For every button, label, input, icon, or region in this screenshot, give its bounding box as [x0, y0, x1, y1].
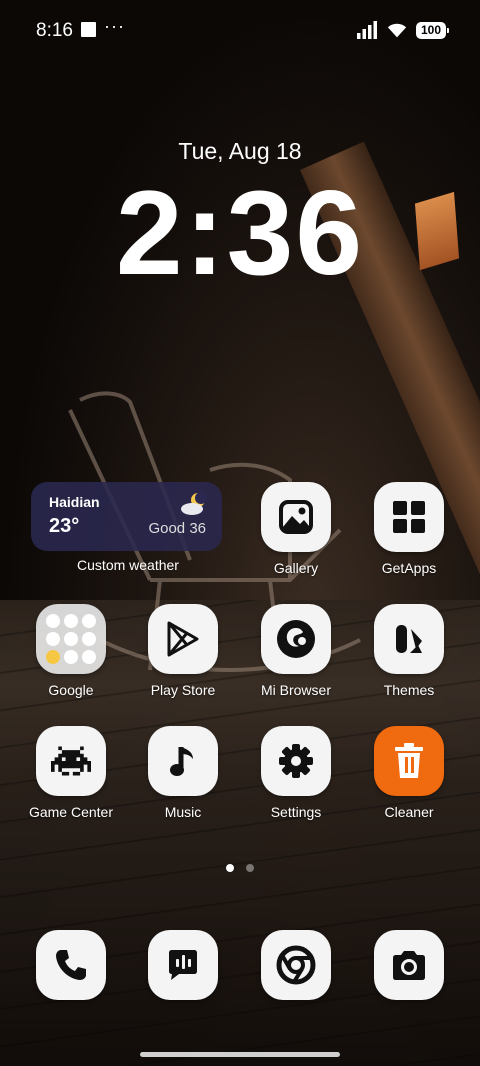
- app-label: Themes: [383, 682, 435, 698]
- chrome-icon: [261, 930, 331, 1000]
- app-label: Settings: [270, 804, 322, 820]
- folder-google[interactable]: Google: [16, 604, 126, 698]
- app-getapps[interactable]: GetApps: [354, 482, 464, 576]
- status-time: 8:16: [36, 20, 73, 41]
- dock-camera[interactable]: [354, 930, 464, 1000]
- camera-icon: [374, 930, 444, 1000]
- app-label: Play Store: [150, 682, 216, 698]
- themes-icon: [374, 604, 444, 674]
- battery-icon: 100: [416, 21, 449, 39]
- weather-widget[interactable]: Haidian 23° Good 36: [31, 482, 222, 551]
- page-dot-active[interactable]: [226, 864, 234, 872]
- dock-phone[interactable]: [16, 930, 126, 1000]
- game-center-icon: [36, 726, 106, 796]
- app-game-center[interactable]: Game Center: [16, 726, 126, 820]
- phone-icon: [36, 930, 106, 1000]
- play-store-icon: [148, 604, 218, 674]
- app-label: Music: [164, 804, 202, 820]
- date-label: Tue, Aug 18: [178, 138, 302, 164]
- app-gallery[interactable]: Gallery: [241, 482, 351, 576]
- clock-display: 2:36: [115, 166, 365, 300]
- wifi-icon: [387, 23, 407, 38]
- weather-city: Haidian: [49, 494, 100, 510]
- app-cleaner[interactable]: Cleaner: [354, 726, 464, 820]
- partly-cloudy-night-icon: [181, 492, 207, 515]
- google-folder-icon: [36, 604, 106, 674]
- more-notifications-icon: ···: [104, 16, 125, 36]
- notification-icon: [81, 22, 96, 37]
- page-dot[interactable]: [246, 864, 254, 872]
- status-bar: 8:16 ··· 100: [0, 0, 480, 60]
- app-label: Cleaner: [384, 804, 434, 820]
- app-settings[interactable]: Settings: [241, 726, 351, 820]
- air-quality-label: Good 36: [148, 520, 206, 537]
- dock-messages[interactable]: [128, 930, 238, 1000]
- dock-chrome[interactable]: [241, 930, 351, 1000]
- app-play-store[interactable]: Play Store: [128, 604, 238, 698]
- weather-widget-label: Custom weather: [77, 557, 179, 573]
- cleaner-icon: [374, 726, 444, 796]
- gallery-icon: [261, 482, 331, 552]
- messages-icon: [148, 930, 218, 1000]
- getapps-icon: [374, 482, 444, 552]
- signal-icon: [357, 21, 377, 39]
- settings-icon: [261, 726, 331, 796]
- app-mi-browser[interactable]: Mi Browser: [241, 604, 351, 698]
- page-indicator[interactable]: [226, 864, 254, 872]
- app-label: Gallery: [273, 560, 319, 576]
- mi-browser-icon: [261, 604, 331, 674]
- app-label: Google: [48, 682, 94, 698]
- app-label: Mi Browser: [260, 682, 331, 698]
- home-gesture-bar[interactable]: [140, 1052, 340, 1057]
- app-themes[interactable]: Themes: [354, 604, 464, 698]
- weather-temperature: 23°: [49, 515, 80, 537]
- battery-level: 100: [420, 23, 442, 37]
- app-label: GetApps: [381, 560, 437, 576]
- app-label: Game Center: [28, 804, 114, 820]
- music-icon: [148, 726, 218, 796]
- app-music[interactable]: Music: [128, 726, 238, 820]
